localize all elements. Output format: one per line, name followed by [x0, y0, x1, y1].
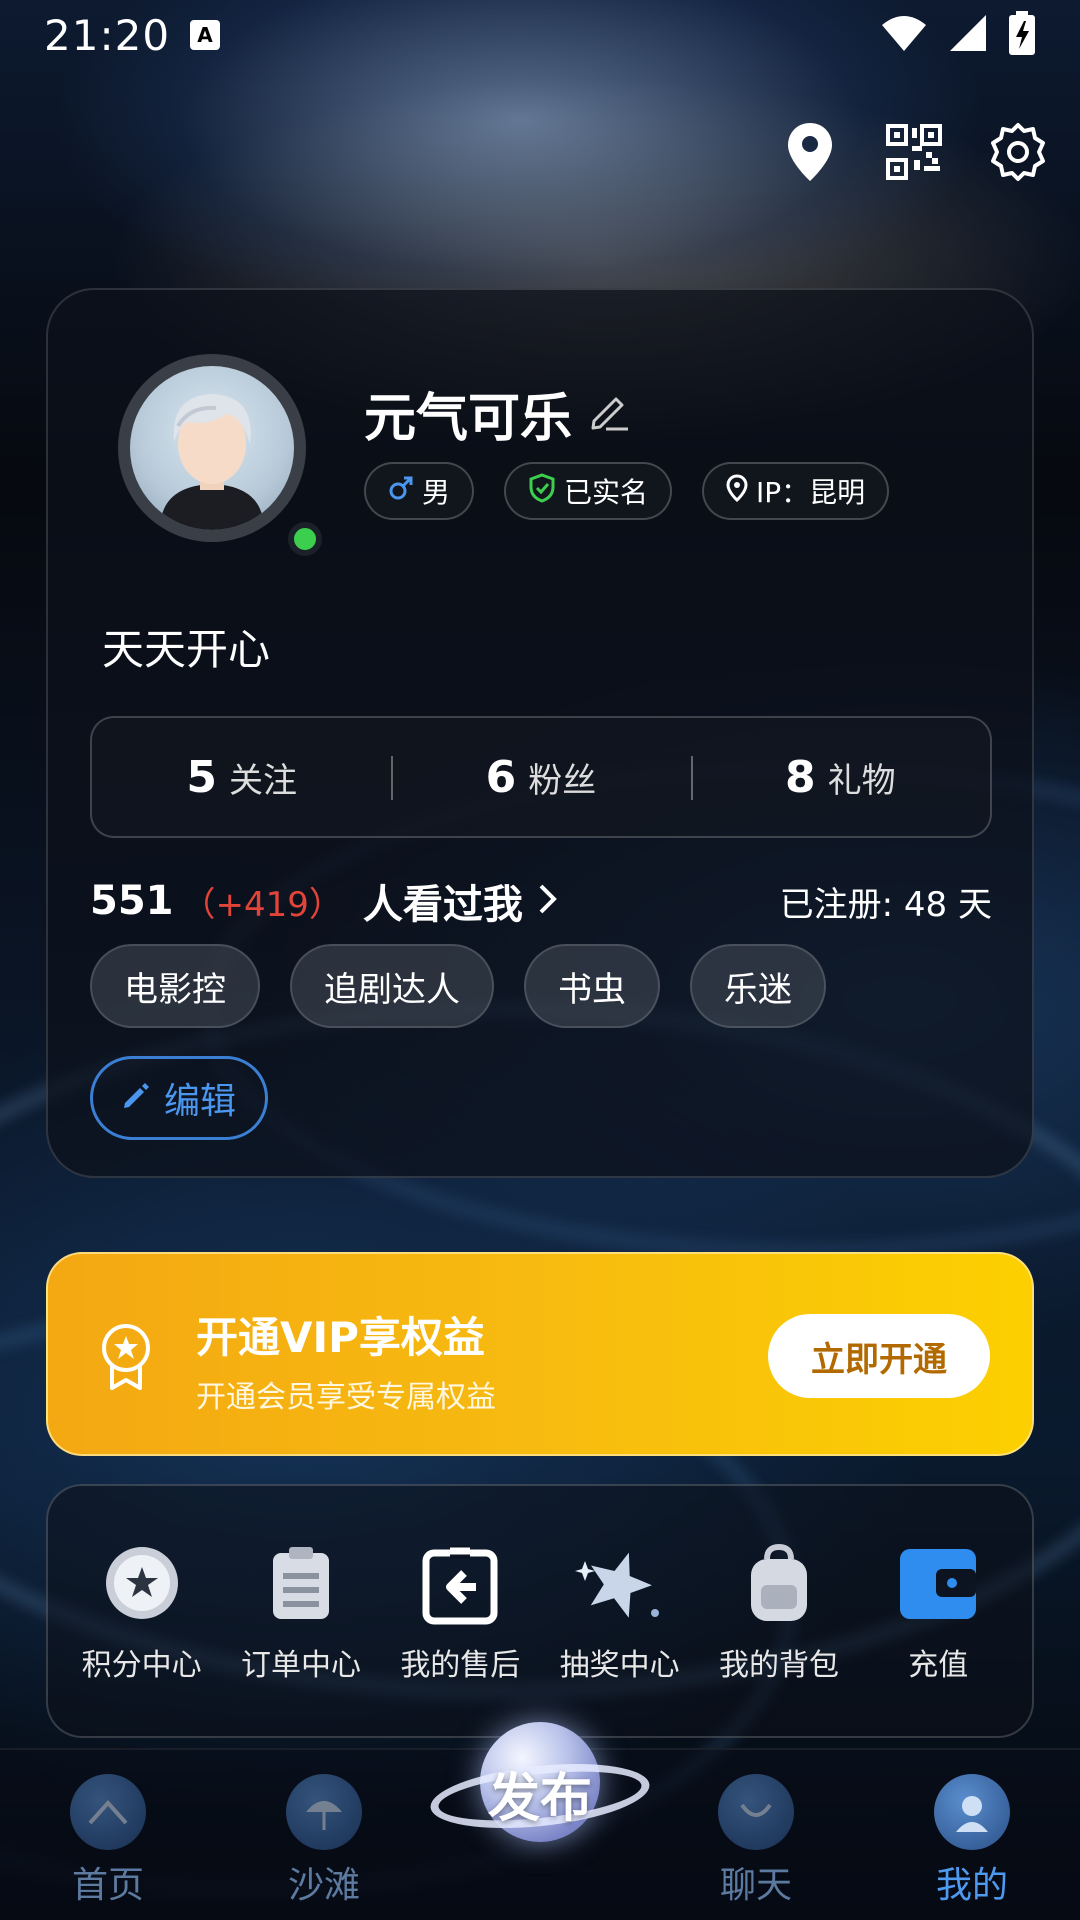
nav-chat[interactable]: 聊天 — [686, 1774, 826, 1908]
status-time: 21:20 — [44, 10, 171, 60]
stat-label: 粉丝 — [528, 760, 597, 801]
nav-label: 我的 — [935, 1865, 1008, 1906]
publish-button[interactable]: 发布 — [427, 1718, 653, 1858]
services-card: 积分中心 订单中心 我的售后 抽奖中心 我的背包 充值 — [46, 1484, 1034, 1738]
online-status-dot — [288, 522, 322, 556]
umbrella-icon — [286, 1774, 362, 1850]
clipboard-icon — [256, 1538, 346, 1628]
profile-tags: 男 已实名 IP：昆明 — [364, 462, 890, 520]
service-label: 订单中心 — [240, 1648, 361, 1683]
edit-nickname-icon[interactable] — [588, 391, 630, 437]
visitors-row: 551 （+419） 人看过我 已注册: 48 天 — [90, 866, 992, 936]
stat-label: 礼物 — [827, 760, 896, 801]
vip-banner[interactable]: 开通VIP享权益 开通会员享受专属权益 立即开通 — [46, 1252, 1034, 1456]
vip-subtitle: 开通会员享受专属权益 — [196, 1380, 496, 1415]
service-label: 我的背包 — [718, 1648, 839, 1683]
app-notification-icon: A — [190, 20, 221, 50]
avatar-image — [130, 366, 294, 530]
service-label: 充值 — [908, 1648, 969, 1683]
service-after-sales[interactable]: 我的售后 — [386, 1538, 534, 1684]
service-orders[interactable]: 订单中心 — [227, 1538, 375, 1684]
home-icon — [70, 1774, 146, 1850]
gender-label: 男 — [422, 476, 451, 509]
visitor-delta: （+419） — [181, 884, 343, 925]
backpack-icon — [734, 1538, 824, 1628]
ip-label: IP：昆明 — [756, 476, 866, 509]
interest-tag[interactable]: 乐迷 — [690, 944, 826, 1028]
stat-gifts[interactable]: 8 礼物 — [690, 751, 990, 803]
stat-value: 6 — [485, 751, 517, 803]
profile-card: 元气可乐 男 已实名 IP：昆明 天天开心 5 关注 6 粉丝 8 礼物 551… — [46, 288, 1034, 1178]
nav-label: 聊天 — [719, 1865, 792, 1906]
stat-value: 8 — [785, 751, 816, 803]
vip-title: 开通VIP享权益 — [196, 1313, 485, 1362]
star-badge-icon — [97, 1538, 187, 1628]
nickname: 元气可乐 — [364, 389, 573, 449]
stat-following[interactable]: 5 关注 — [92, 752, 391, 803]
stats-box: 5 关注 6 粉丝 8 礼物 — [90, 716, 992, 838]
location-pin-icon[interactable] — [778, 120, 842, 184]
battery-icon — [1008, 11, 1036, 59]
visitors-link[interactable]: 人看过我 — [363, 872, 523, 930]
qr-code-icon[interactable] — [882, 120, 946, 184]
wifi-icon — [880, 13, 928, 57]
nav-label: 首页 — [71, 1865, 144, 1906]
verified-label: 已实名 — [564, 476, 649, 509]
stat-followers[interactable]: 6 粉丝 — [391, 752, 690, 803]
top-actions — [778, 120, 1050, 184]
edit-profile-button[interactable]: 编辑 — [90, 1056, 268, 1140]
service-lottery[interactable]: 抽奖中心 — [546, 1538, 694, 1684]
return-icon — [415, 1538, 505, 1628]
settings-gear-icon[interactable] — [986, 120, 1050, 184]
location-icon — [726, 473, 748, 509]
gender-tag: 男 — [364, 462, 475, 520]
publish-label: 发布 — [487, 1768, 592, 1829]
signal-icon — [948, 13, 988, 57]
service-backpack[interactable]: 我的背包 — [705, 1538, 853, 1684]
user-icon — [934, 1774, 1010, 1850]
chat-smile-icon — [718, 1774, 794, 1850]
service-recharge[interactable]: 充值 — [864, 1538, 1012, 1684]
interest-tag[interactable]: 追剧达人 — [290, 944, 494, 1028]
wallet-icon — [893, 1538, 983, 1628]
ip-location-tag: IP：昆明 — [702, 462, 890, 520]
verified-tag: 已实名 — [504, 462, 673, 520]
service-label: 我的售后 — [400, 1648, 521, 1683]
service-points-center[interactable]: 积分中心 — [68, 1538, 216, 1684]
registered-days: 已注册: 48 天 — [779, 884, 992, 925]
service-label: 抽奖中心 — [559, 1648, 680, 1683]
avatar[interactable] — [118, 354, 306, 542]
nav-home[interactable]: 首页 — [38, 1774, 178, 1908]
interest-tag[interactable]: 书虫 — [524, 944, 660, 1028]
nav-beach[interactable]: 沙滩 — [254, 1774, 394, 1908]
chevron-right-icon[interactable] — [537, 882, 559, 920]
service-label: 积分中心 — [81, 1648, 202, 1683]
nav-mine[interactable]: 我的 — [902, 1774, 1042, 1908]
interest-tag[interactable]: 电影控 — [90, 944, 260, 1028]
male-symbol-icon — [388, 475, 414, 508]
shield-check-icon — [528, 472, 556, 510]
vip-open-button[interactable]: 立即开通 — [768, 1314, 990, 1398]
status-bar: 21:20 A — [0, 0, 1080, 70]
medal-icon — [98, 1322, 154, 1396]
edit-label: 编辑 — [163, 1081, 236, 1122]
visitor-count: 551 — [90, 878, 174, 924]
nav-label: 沙滩 — [287, 1865, 360, 1906]
nickname-row: 元气可乐 — [364, 376, 630, 451]
pencil-icon — [122, 1078, 150, 1119]
stat-label: 关注 — [228, 760, 297, 801]
stat-value: 5 — [186, 751, 217, 803]
bio: 天天开心 — [102, 625, 271, 674]
services-grid: 积分中心 订单中心 我的售后 抽奖中心 我的背包 充值 — [48, 1538, 1032, 1684]
sparkle-star-icon — [574, 1538, 665, 1628]
interest-tags: 电影控 追剧达人 书虫 乐迷 — [90, 944, 826, 1028]
